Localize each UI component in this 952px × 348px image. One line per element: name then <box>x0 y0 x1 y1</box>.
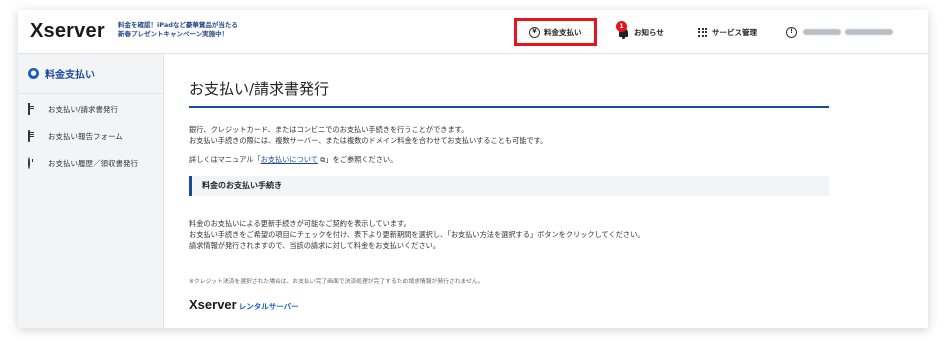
document-icon <box>28 103 38 115</box>
promo-line-2: 新春プレゼントキャンペーン実施中！ <box>118 30 229 38</box>
sidebar-title-label: 料金支払い <box>45 70 95 81</box>
history-icon <box>28 157 38 169</box>
nav-news-label: お知らせ <box>634 27 664 37</box>
yen-coin-icon: ¥ <box>529 26 540 38</box>
sidebar-item-payment-report[interactable]: お支払い報告フォーム <box>18 121 163 148</box>
section-text-1: 料金のお支払いによる更新手続きが可能なご契約を表示しています。 <box>189 219 411 228</box>
user-icon: ! <box>786 26 797 38</box>
app-window: Xserver 料金を確認！iPadなど豪華賞品が当たる 新春プレゼントキャンペ… <box>18 10 928 328</box>
nav-payment[interactable]: ¥ 料金支払い <box>514 10 597 54</box>
promo-line-1: 料金を確認！iPadなど豪華賞品が当たる <box>118 21 238 29</box>
page-title: お支払い/請求書発行 <box>189 78 829 108</box>
nav-services-label: サービス管理 <box>712 27 757 37</box>
nav-user-account[interactable]: ! <box>786 10 893 54</box>
brand-main: Xserver <box>189 297 237 312</box>
bell-icon: 1 <box>616 21 630 39</box>
brand-sub: レンタルサーバー <box>238 302 299 311</box>
sidebar: ● 料金支払い お支払い/請求書発行 お支払い報告フォーム お支払い履歴／領収書… <box>18 54 164 328</box>
nav-payment-label: 料金支払い <box>544 27 582 37</box>
nav-news[interactable]: 1 お知らせ <box>616 10 664 54</box>
manual-post: 」をご参照ください。 <box>325 155 398 164</box>
sidebar-item-label: お支払い/請求書発行 <box>48 105 119 114</box>
section-heading: 料金のお支払い手続き <box>189 176 829 196</box>
nav-services[interactable]: サービス管理 <box>698 10 757 54</box>
section-text-3: 請求情報が発行されますので、当該の請求に対して料金をお支払いください。 <box>189 241 441 250</box>
sidebar-item-payment-history[interactable]: お支払い履歴／領収書発行 <box>18 148 163 175</box>
sidebar-item-label: お支払い履歴／領収書発行 <box>48 159 138 168</box>
credit-note: ※クレジット決済を選択された場合は、お支払い完了画面で決済処理が完了するため請求… <box>189 279 484 285</box>
header-bar: Xserver 料金を確認！iPadなど豪華賞品が当たる 新春プレゼントキャンペ… <box>18 10 928 54</box>
blurred-username <box>803 29 893 35</box>
payment-circle-icon: ● <box>28 68 39 79</box>
manual-reference: 詳しくはマニュアル「お支払いについて ⧉」をご参照ください。 <box>189 154 397 165</box>
intro-text-2: お支払い手続きの際には、複数サーバー、または複数のドメイン料金を合わせてお支払い… <box>189 136 548 145</box>
intro-text-1: 銀行、クレジットカード、またはコンビニでのお支払い手続きを行うことができます。 <box>189 125 469 134</box>
promo-banner[interactable]: 料金を確認！iPadなど豪華賞品が当たる 新春プレゼントキャンペーン実施中！ <box>118 21 318 39</box>
sidebar-item-payment-invoice[interactable]: お支払い/請求書発行 <box>18 94 163 121</box>
main-content: お支払い/請求書発行 銀行、クレジットカード、またはコンビニでのお支払い手続きを… <box>165 54 928 328</box>
manual-link[interactable]: お支払いについて <box>261 155 318 164</box>
sidebar-item-label: お支払い報告フォーム <box>48 132 123 141</box>
xserver-logo[interactable]: Xserver <box>30 20 105 43</box>
rental-server-brand: Xserver レンタルサーバー <box>189 296 299 314</box>
grid-icon <box>698 27 707 37</box>
payment-highlight-box[interactable]: ¥ 料金支払い <box>514 18 597 46</box>
manual-pre: 詳しくはマニュアル「 <box>189 155 261 164</box>
form-icon <box>28 130 38 142</box>
section-text-2: お支払い手続きをご希望の項目にチェックを付け、表下より更新期間を選択し、「お支払… <box>189 230 645 239</box>
sidebar-title[interactable]: ● 料金支払い <box>18 54 163 94</box>
notification-badge: 1 <box>616 21 627 32</box>
